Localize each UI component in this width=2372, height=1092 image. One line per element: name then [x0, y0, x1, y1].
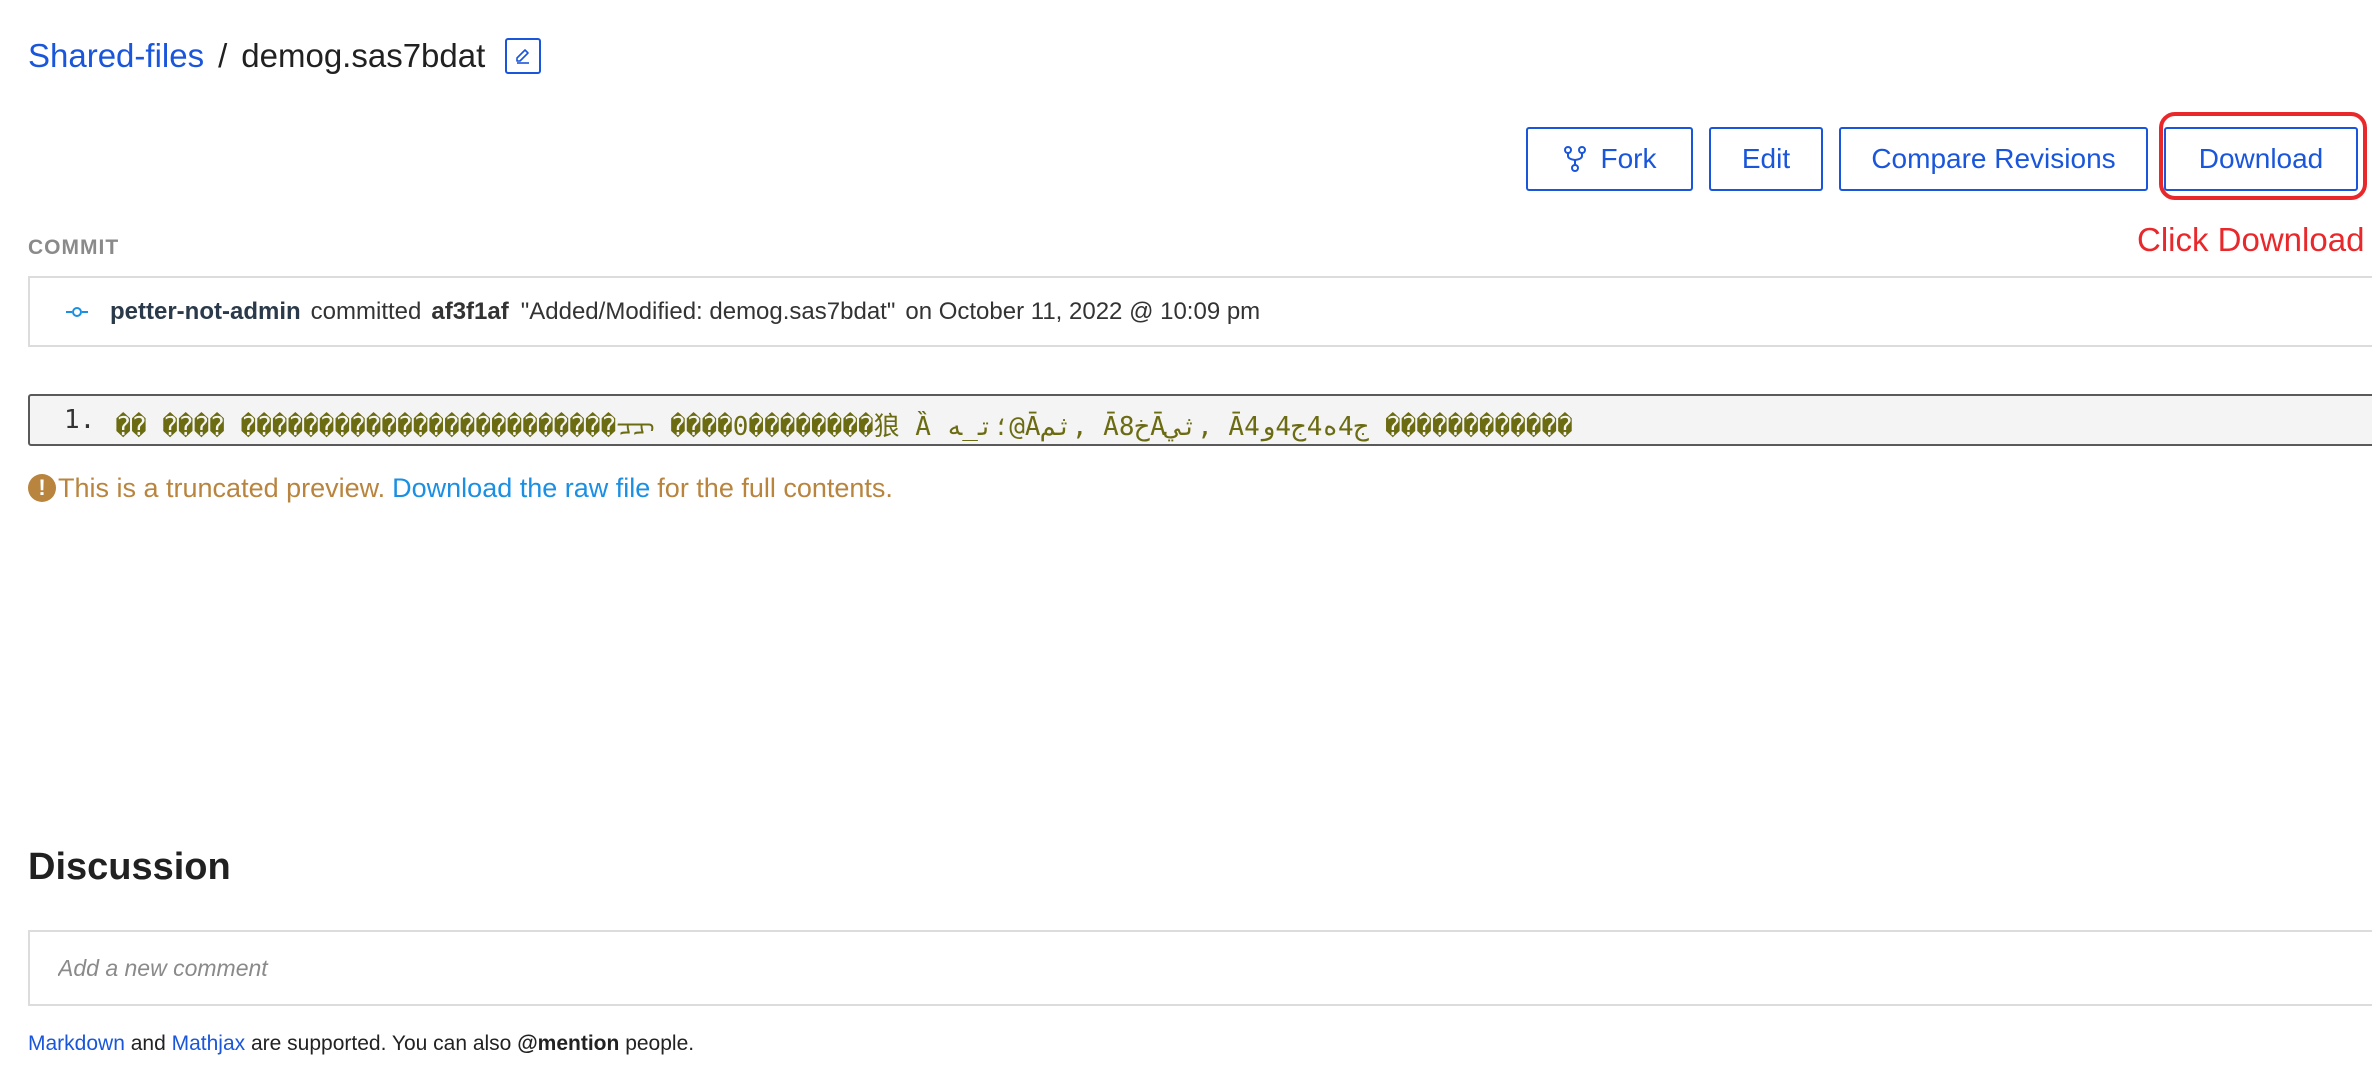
and-text: and	[130, 1032, 166, 1055]
compare-revisions-label: Compare Revisions	[1871, 143, 2116, 174]
commit-info: petter-not-admin committed af3f1af "Adde…	[28, 276, 2372, 347]
breadcrumb-current-file: demog.sas7bdat	[241, 37, 486, 74]
edit-button[interactable]: Edit	[1709, 127, 1823, 191]
fork-icon	[1563, 146, 1586, 172]
edit-button-label: Edit	[1741, 143, 1791, 174]
download-raw-file-link[interactable]: Download the raw file	[392, 470, 650, 506]
download-button[interactable]: Download	[2164, 127, 2358, 191]
truncated-text-after: for the full contents.	[657, 473, 893, 503]
breadcrumb: Shared-files / demog.sas7bdat	[28, 34, 542, 78]
commit-message: "Added/Modified: demog.sas7bdat"	[520, 297, 896, 325]
pencil-icon	[516, 49, 530, 64]
preview-line-content: �� ���� ������������������������ᠴᠴ ����0…	[115, 412, 1573, 442]
fork-button-label: Fork	[1600, 143, 1657, 174]
file-actions: Fork Edit Compare Revisions Download	[1526, 127, 2372, 191]
breadcrumb-separator: /	[218, 37, 228, 74]
comment-box	[28, 930, 2372, 1006]
file-preview: 1. �� ���� ������������������������ᠴᠴ ��…	[28, 394, 2372, 446]
edit-filename-button[interactable]	[505, 38, 542, 74]
commit-date: on October 11, 2022 @ 10:09 pm	[905, 297, 1261, 325]
breadcrumb-shared-files-link[interactable]: Shared-files	[28, 34, 204, 78]
new-comment-input[interactable]	[30, 931, 2372, 1005]
truncated-text-before: This is a truncated preview.	[58, 473, 386, 503]
compare-revisions-button[interactable]: Compare Revisions	[1839, 127, 2148, 191]
formatting-help: Markdown and Mathjax are supported. You …	[28, 1030, 694, 1058]
supported-text: are supported. You can also	[250, 1032, 512, 1055]
commit-author[interactable]: petter-not-admin	[110, 298, 301, 326]
commit-section-label: COMMIT	[28, 236, 120, 259]
mention-text: @mention	[517, 1032, 620, 1055]
truncated-preview-notice: ! This is a truncated preview. Download …	[28, 470, 893, 506]
fork-button[interactable]: Fork	[1526, 127, 1693, 191]
page: Shared-files / demog.sas7bdat Fork Edit …	[0, 0, 2372, 1092]
markdown-link[interactable]: Markdown	[28, 1032, 125, 1055]
people-text: people.	[625, 1032, 695, 1055]
exclamation-circle-icon: !	[28, 474, 56, 502]
line-number: 1.	[64, 405, 96, 435]
click-download-annotation: Click Download	[2137, 221, 2365, 258]
mathjax-link[interactable]: Mathjax	[172, 1032, 246, 1055]
discussion-heading: Discussion	[28, 846, 231, 888]
commit-verb: committed	[310, 297, 422, 325]
download-button-label: Download	[2198, 143, 2324, 174]
commit-icon	[66, 306, 88, 318]
commit-hash[interactable]: af3f1af	[431, 298, 508, 326]
